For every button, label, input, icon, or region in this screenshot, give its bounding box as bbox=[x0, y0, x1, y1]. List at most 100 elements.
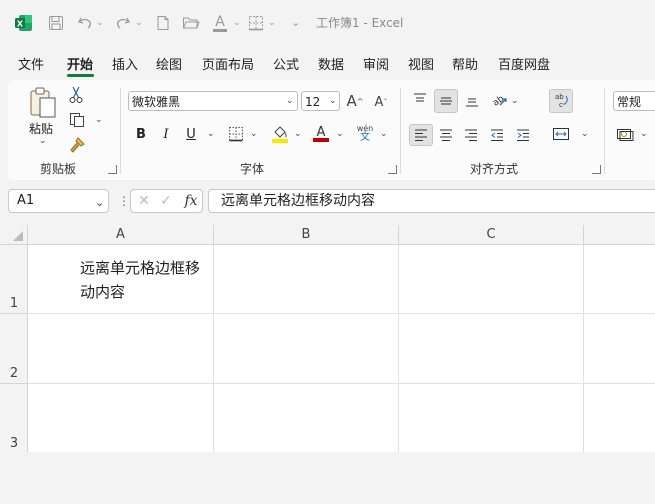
more-options-icon[interactable]: ⋮ bbox=[118, 194, 130, 208]
undo-dropdown-icon[interactable]: ⌄ bbox=[96, 18, 104, 28]
undo-icon[interactable] bbox=[76, 14, 94, 32]
paste-icon[interactable] bbox=[28, 86, 58, 120]
paste-dropdown-icon[interactable]: ⌄ bbox=[39, 136, 47, 146]
underline-button[interactable]: U bbox=[183, 125, 199, 143]
font-color-button-icon[interactable]: A bbox=[311, 122, 331, 144]
menu-home[interactable]: 开始 bbox=[67, 54, 93, 73]
accounting-format-icon[interactable] bbox=[615, 125, 635, 143]
open-folder-icon[interactable] bbox=[181, 14, 201, 32]
svg-text:ab: ab bbox=[555, 93, 564, 101]
redo-dropdown-icon[interactable]: ⌄ bbox=[135, 18, 143, 28]
shrink-font-icon[interactable]: Aˇ bbox=[372, 93, 390, 111]
copy-icon[interactable] bbox=[68, 111, 86, 129]
gridline bbox=[28, 383, 655, 384]
row-header-3[interactable]: 3 bbox=[0, 384, 28, 454]
group-separator bbox=[604, 88, 605, 174]
cut-icon[interactable] bbox=[68, 86, 84, 104]
column-header-a[interactable]: A bbox=[28, 225, 214, 245]
svg-text:X: X bbox=[17, 20, 24, 29]
menu-review[interactable]: 审阅 bbox=[363, 54, 389, 73]
phonetic-dropdown-icon[interactable]: ⌄ bbox=[380, 129, 388, 139]
alignment-group-label: 对齐方式 bbox=[470, 162, 519, 176]
number-format-dropdown[interactable]: 常规 bbox=[613, 91, 655, 111]
format-painter-icon[interactable] bbox=[68, 136, 86, 154]
align-middle-icon[interactable] bbox=[434, 89, 458, 113]
decrease-indent-icon[interactable] bbox=[488, 126, 506, 144]
insert-function-icon[interactable]: fx bbox=[182, 193, 200, 209]
menu-draw[interactable]: 绘图 bbox=[156, 54, 182, 73]
font-name-dropdown[interactable]: 微软雅黑 bbox=[128, 91, 298, 111]
align-right-icon[interactable] bbox=[462, 126, 480, 144]
menu-insert[interactable]: 插入 bbox=[112, 54, 138, 73]
enter-icon[interactable]: ✓ bbox=[158, 193, 174, 209]
group-separator bbox=[120, 88, 121, 174]
row-header-column: 1 2 3 bbox=[0, 245, 28, 452]
menu-page-layout[interactable]: 页面布局 bbox=[202, 54, 254, 73]
fill-color-icon[interactable] bbox=[270, 123, 290, 145]
font-color-dropdown-icon[interactable]: ⌄ bbox=[233, 18, 241, 28]
row-header-2[interactable]: 2 bbox=[0, 314, 28, 384]
excel-logo-icon[interactable]: X bbox=[14, 13, 34, 33]
orientation-icon[interactable]: ab bbox=[489, 90, 509, 110]
italic-button[interactable]: I bbox=[158, 125, 174, 143]
bold-button[interactable]: B bbox=[133, 125, 149, 143]
redo-icon[interactable] bbox=[114, 14, 132, 32]
gridline bbox=[583, 245, 584, 452]
merge-dropdown-icon[interactable]: ⌄ bbox=[581, 129, 589, 139]
column-header-row: A B C bbox=[0, 225, 655, 245]
svg-text:c: c bbox=[559, 101, 563, 109]
clipboard-launcher-icon[interactable] bbox=[108, 165, 117, 174]
menu-file[interactable]: 文件 bbox=[18, 54, 44, 73]
name-box[interactable]: A1 bbox=[8, 189, 109, 213]
borders-icon[interactable] bbox=[247, 14, 265, 32]
underline-dropdown-icon[interactable]: ⌄ bbox=[207, 129, 215, 139]
orientation-dropdown-icon[interactable]: ⌄ bbox=[511, 96, 519, 106]
border-icon[interactable] bbox=[227, 125, 245, 143]
cancel-icon[interactable]: ✕ bbox=[136, 193, 152, 209]
save-icon[interactable] bbox=[47, 14, 65, 32]
menu-help[interactable]: 帮助 bbox=[452, 54, 478, 73]
paste-label[interactable]: 粘贴 bbox=[29, 120, 53, 137]
font-name-chevron-icon[interactable]: ⌄ bbox=[286, 96, 294, 106]
border-dropdown-icon[interactable]: ⌄ bbox=[250, 129, 258, 139]
gridline bbox=[398, 245, 399, 452]
font-size-chevron-icon[interactable]: ⌄ bbox=[329, 96, 337, 106]
title-bar: X ⌄ ⌄ A ⌄ ⌄ ⌄ 工作簿1 - Excel bbox=[0, 0, 655, 46]
group-separator bbox=[400, 88, 401, 174]
row-header-1[interactable]: 1 bbox=[0, 245, 28, 314]
align-top-icon[interactable] bbox=[411, 90, 429, 108]
svg-text:A: A bbox=[215, 14, 225, 30]
gridline bbox=[28, 313, 655, 314]
font-color-button-dropdown-icon[interactable]: ⌄ bbox=[336, 129, 344, 139]
formula-input[interactable]: 远离单元格边框移动内容 bbox=[208, 189, 655, 213]
fill-color-dropdown-icon[interactable]: ⌄ bbox=[294, 129, 302, 139]
clipboard-group-label: 剪贴板 bbox=[40, 162, 77, 176]
wrap-text-icon[interactable]: ab c bbox=[549, 89, 573, 113]
alignment-launcher-icon[interactable] bbox=[592, 165, 601, 174]
column-header-c[interactable]: C bbox=[399, 225, 584, 245]
align-left-icon[interactable] bbox=[409, 124, 433, 146]
accounting-dropdown-icon[interactable]: ⌄ bbox=[640, 129, 648, 139]
menu-baidu-netdisk[interactable]: 百度网盘 bbox=[498, 54, 550, 73]
active-tab-indicator bbox=[67, 74, 94, 77]
column-header-b[interactable]: B bbox=[214, 225, 399, 245]
customize-icon[interactable]: ⌄ bbox=[291, 16, 300, 29]
cell-a1[interactable]: 远离单元格边框移动内容 bbox=[80, 256, 214, 304]
align-bottom-icon[interactable] bbox=[463, 92, 481, 110]
menu-data[interactable]: 数据 bbox=[318, 54, 344, 73]
new-file-icon[interactable] bbox=[154, 14, 172, 32]
select-all-corner[interactable] bbox=[0, 225, 28, 245]
name-box-chevron-icon[interactable]: ⌄ bbox=[95, 196, 104, 209]
menu-view[interactable]: 视图 bbox=[408, 54, 434, 73]
phonetic-guide-icon[interactable]: wén 文 bbox=[355, 122, 375, 144]
borders-dropdown-icon[interactable]: ⌄ bbox=[268, 18, 276, 28]
align-center-icon[interactable] bbox=[437, 126, 455, 144]
merge-center-icon[interactable] bbox=[551, 125, 571, 143]
font-launcher-icon[interactable] bbox=[388, 165, 397, 174]
font-group-label: 字体 bbox=[240, 162, 265, 176]
grow-font-icon[interactable]: A ^ bbox=[346, 91, 364, 111]
menu-formulas[interactable]: 公式 bbox=[273, 54, 299, 73]
copy-dropdown-icon[interactable]: ⌄ bbox=[95, 115, 103, 125]
font-color-icon[interactable]: A bbox=[210, 12, 230, 34]
increase-indent-icon[interactable] bbox=[514, 126, 532, 144]
